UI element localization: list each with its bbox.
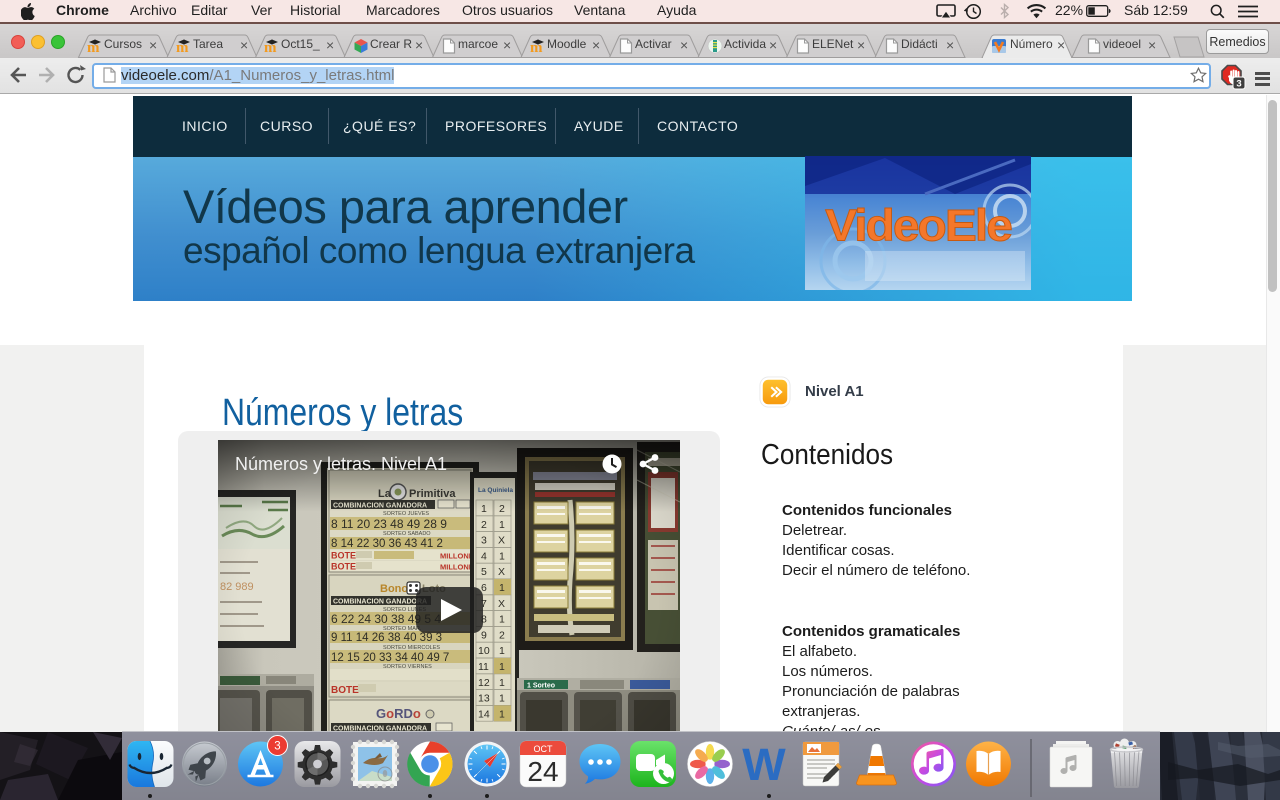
- svg-text:3: 3: [1236, 79, 1241, 90]
- svg-text:3: 3: [274, 741, 280, 753]
- svg-text:Números y letras. Nivel A1: Números y letras. Nivel A1: [235, 454, 447, 474]
- svg-text:24: 24: [527, 756, 558, 787]
- svg-text:OCT: OCT: [534, 744, 554, 754]
- svg-text:VideoEle: VideoEle: [825, 200, 1012, 250]
- svg-text:W: W: [742, 740, 785, 790]
